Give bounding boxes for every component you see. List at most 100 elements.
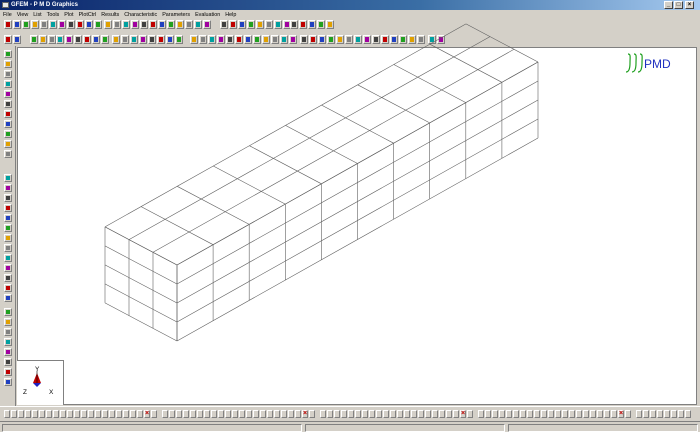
- filter-button[interactable]: [102, 410, 108, 418]
- filter-button[interactable]: [109, 410, 115, 418]
- filter-button[interactable]: [548, 410, 554, 418]
- filter-button[interactable]: [685, 410, 691, 418]
- filter-button[interactable]: [576, 410, 582, 418]
- filter-button[interactable]: [32, 410, 38, 418]
- filter-button[interactable]: [334, 410, 340, 418]
- filter-button[interactable]: [53, 410, 59, 418]
- filter-button[interactable]: [162, 410, 168, 418]
- filter-button[interactable]: [383, 410, 389, 418]
- filter-button[interactable]: [671, 410, 677, 418]
- filter-button[interactable]: [369, 410, 375, 418]
- filter-button[interactable]: [590, 410, 596, 418]
- clear-icon[interactable]: ×: [302, 410, 308, 418]
- filter-button[interactable]: [81, 410, 87, 418]
- filter-button[interactable]: [225, 410, 231, 418]
- filter-button[interactable]: [390, 410, 396, 418]
- filter-button[interactable]: [25, 410, 31, 418]
- filter-button[interactable]: [11, 410, 17, 418]
- filter-button[interactable]: [404, 410, 410, 418]
- filter-button[interactable]: [67, 410, 73, 418]
- filter-button[interactable]: [597, 410, 603, 418]
- filter-button[interactable]: [664, 410, 670, 418]
- filter-button[interactable]: [18, 410, 24, 418]
- axis-triad: Y Z X: [17, 360, 64, 405]
- filter-button[interactable]: [39, 410, 45, 418]
- filter-button[interactable]: [411, 410, 417, 418]
- filter-button[interactable]: [197, 410, 203, 418]
- filter-button[interactable]: [562, 410, 568, 418]
- filter-button[interactable]: [513, 410, 519, 418]
- filter-button[interactable]: [541, 410, 547, 418]
- filter-button[interactable]: [362, 410, 368, 418]
- filter-button[interactable]: [46, 410, 52, 418]
- filter-button[interactable]: [295, 410, 301, 418]
- filter-button[interactable]: [478, 410, 484, 418]
- filter-button[interactable]: [418, 410, 424, 418]
- filter-button[interactable]: [60, 410, 66, 418]
- filter-button[interactable]: [425, 410, 431, 418]
- filter-button[interactable]: [309, 410, 315, 418]
- filter-button[interactable]: [446, 410, 452, 418]
- filter-button[interactable]: [183, 410, 189, 418]
- filter-button[interactable]: [555, 410, 561, 418]
- filter-button[interactable]: [499, 410, 505, 418]
- filter-button[interactable]: [74, 410, 80, 418]
- filter-button[interactable]: [169, 410, 175, 418]
- filter-button[interactable]: [281, 410, 287, 418]
- filter-button[interactable]: [116, 410, 122, 418]
- filter-button[interactable]: [534, 410, 540, 418]
- filter-button[interactable]: [288, 410, 294, 418]
- filter-button[interactable]: [643, 410, 649, 418]
- filter-button[interactable]: [636, 410, 642, 418]
- filter-button[interactable]: [267, 410, 273, 418]
- filter-button[interactable]: [583, 410, 589, 418]
- filter-button[interactable]: [467, 410, 473, 418]
- filter-button[interactable]: [520, 410, 526, 418]
- filter-button[interactable]: [569, 410, 575, 418]
- filter-button[interactable]: [678, 410, 684, 418]
- filter-button[interactable]: [327, 410, 333, 418]
- filter-button[interactable]: [439, 410, 445, 418]
- filter-button[interactable]: [485, 410, 491, 418]
- clear-icon[interactable]: ×: [618, 410, 624, 418]
- filter-button[interactable]: [376, 410, 382, 418]
- left-face-line: [104, 245, 178, 285]
- filter-button[interactable]: [218, 410, 224, 418]
- filter-button[interactable]: [239, 410, 245, 418]
- filter-button[interactable]: [211, 410, 217, 418]
- filter-button[interactable]: [506, 410, 512, 418]
- filter-button[interactable]: [88, 410, 94, 418]
- filter-button[interactable]: [137, 410, 143, 418]
- filter-button[interactable]: [123, 410, 129, 418]
- filter-button[interactable]: [611, 410, 617, 418]
- top-face-line: [104, 23, 467, 228]
- filter-button[interactable]: [650, 410, 656, 418]
- filter-button[interactable]: [246, 410, 252, 418]
- filter-button[interactable]: [232, 410, 238, 418]
- filter-button[interactable]: [657, 410, 663, 418]
- filter-button[interactable]: [492, 410, 498, 418]
- clear-icon[interactable]: ×: [144, 410, 150, 418]
- filter-button[interactable]: [260, 410, 266, 418]
- filter-button[interactable]: [204, 410, 210, 418]
- filter-button[interactable]: [320, 410, 326, 418]
- filter-button[interactable]: [151, 410, 157, 418]
- filter-button[interactable]: [274, 410, 280, 418]
- filter-button[interactable]: [432, 410, 438, 418]
- filter-button[interactable]: [527, 410, 533, 418]
- filter-button[interactable]: [604, 410, 610, 418]
- filter-button[interactable]: [397, 410, 403, 418]
- filter-button[interactable]: [253, 410, 259, 418]
- filter-button[interactable]: [453, 410, 459, 418]
- filter-button[interactable]: [4, 410, 10, 418]
- filter-button[interactable]: [190, 410, 196, 418]
- filter-button[interactable]: [348, 410, 354, 418]
- filter-button[interactable]: [95, 410, 101, 418]
- filter-button[interactable]: [625, 410, 631, 418]
- triad-arrows-icon: [33, 371, 41, 387]
- clear-icon[interactable]: ×: [460, 410, 466, 418]
- filter-button[interactable]: [176, 410, 182, 418]
- filter-button[interactable]: [130, 410, 136, 418]
- filter-button[interactable]: [355, 410, 361, 418]
- filter-button[interactable]: [341, 410, 347, 418]
